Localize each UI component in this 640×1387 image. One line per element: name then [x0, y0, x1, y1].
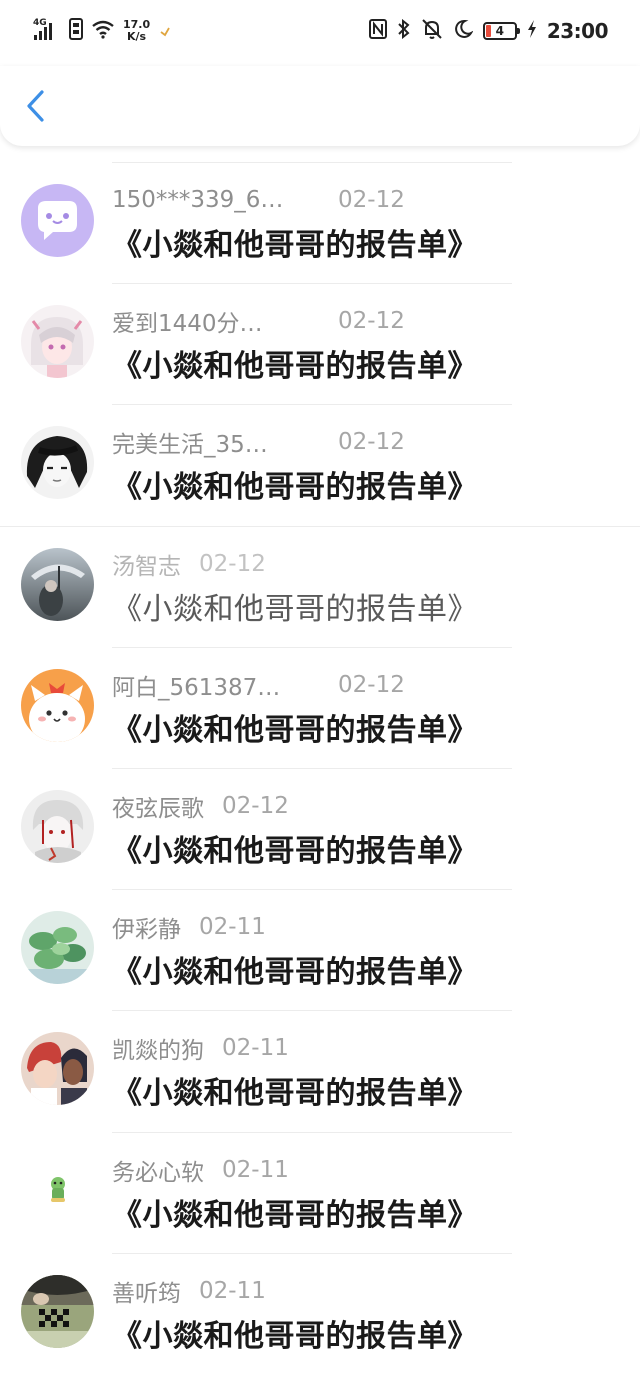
network-speed: 17.0 K/s	[123, 19, 150, 43]
clock: 23:00	[546, 19, 609, 43]
username: 阿白_561387…	[112, 674, 281, 701]
list-item[interactable]: 伊彩静 02-11 《小燚和他哥哥的报告单》	[0, 889, 640, 1010]
bluetooth-icon	[397, 18, 411, 43]
moon-icon	[453, 19, 474, 43]
item-title: 《小燚和他哥哥的报告单》	[112, 349, 478, 385]
date: 02-11	[199, 914, 266, 941]
item-meta: 完美生活_35… 02-12	[112, 426, 405, 458]
divider	[112, 767, 512, 769]
divider	[112, 1010, 512, 1012]
date: 02-12	[338, 308, 405, 335]
mute-bell-icon	[421, 18, 443, 44]
date: 02-11	[199, 1277, 266, 1304]
divider	[112, 404, 512, 406]
status-bar-right: 4 23:00	[368, 18, 609, 44]
item-title: 《小燚和他哥哥的报告单》	[112, 228, 478, 263]
list-item[interactable]: 爱到1440分… 02-12 《小燚和他哥哥的报告单》	[0, 283, 640, 404]
username: 夜弦辰歌	[112, 795, 204, 822]
chevron-left-icon	[25, 89, 47, 127]
network-label: 4G	[33, 18, 47, 28]
date: 02-12	[199, 550, 266, 577]
username: 汤智志	[112, 553, 181, 580]
back-button[interactable]	[16, 88, 56, 128]
charging-icon	[527, 19, 537, 43]
date: 02-12	[338, 671, 405, 698]
list-item[interactable]: 150***339_6… 02-12 《小燚和他哥哥的报告单》	[0, 162, 640, 283]
message-list: 150***339_6… 02-12 《小燚和他哥哥的报告单》 爱到1440分……	[0, 162, 640, 1374]
date: 02-12	[338, 187, 405, 213]
item-meta: 伊彩静 02-11	[112, 911, 266, 943]
avatar[interactable]	[21, 789, 94, 863]
item-title: 《小燚和他哥哥的报告单》	[112, 1076, 478, 1112]
item-meta: 务必心软 02-11	[112, 1154, 289, 1186]
divider	[112, 646, 512, 648]
list-item[interactable]: 务必心软 02-11 《小燚和他哥哥的报告单》	[0, 1131, 640, 1253]
item-title: 《小燚和他哥哥的报告单》	[112, 591, 478, 627]
avatar[interactable]	[21, 305, 94, 379]
username: 务必心软	[112, 1159, 204, 1186]
item-title: 《小燚和他哥哥的报告单》	[112, 1197, 478, 1233]
network-speed-unit: K/s	[127, 30, 147, 43]
item-title: 《小燚和他哥哥的报告单》	[112, 1318, 478, 1354]
item-meta: 汤智志 02-12	[112, 548, 266, 580]
date: 02-12	[338, 429, 405, 456]
signal-icon: 4G	[33, 16, 61, 46]
date: 02-11	[222, 1156, 289, 1183]
divider	[112, 283, 512, 285]
username: 完美生活_35…	[112, 432, 268, 459]
item-meta: 150***339_6… 02-12	[112, 184, 405, 216]
divider	[112, 1252, 512, 1254]
divider	[112, 889, 512, 891]
list-item[interactable]: 凯燚的狗 02-11 《小燚和他哥哥的报告单》	[0, 1010, 640, 1131]
avatar[interactable]	[21, 668, 94, 742]
item-title: 《小燚和他哥哥的报告单》	[112, 470, 478, 506]
avatar[interactable]	[21, 911, 94, 985]
divider	[112, 162, 512, 163]
date: 02-11	[222, 1035, 289, 1062]
divider	[0, 525, 640, 527]
username: 伊彩静	[112, 917, 181, 944]
item-title: 《小燚和他哥哥的报告单》	[112, 833, 478, 869]
top-nav-bar	[0, 66, 640, 146]
avatar[interactable]	[21, 1153, 94, 1227]
date: 02-12	[222, 792, 289, 819]
battery-level: 4	[495, 24, 504, 38]
username: 善听筠	[112, 1280, 181, 1307]
list-item[interactable]: 夜弦辰歌 02-12 《小燚和他哥哥的报告单》	[0, 767, 640, 889]
item-meta: 夜弦辰歌 02-12	[112, 790, 289, 822]
status-bar-left: 4G 17.0 K/s	[33, 16, 172, 46]
item-meta: 凯燚的狗 02-11	[112, 1032, 289, 1064]
list-item[interactable]: 汤智志 02-12 《小燚和他哥哥的报告单》	[0, 525, 640, 647]
wifi-icon	[91, 19, 115, 43]
username: 凯燚的狗	[112, 1038, 204, 1065]
username: 150***339_6…	[112, 187, 284, 213]
item-meta: 爱到1440分… 02-12	[112, 305, 405, 337]
username: 爱到1440分…	[112, 311, 263, 338]
divider	[112, 1131, 512, 1133]
list-item[interactable]: 善听筠 02-11 《小燚和他哥哥的报告单》	[0, 1252, 640, 1374]
status-bar: 4G 17.0 K/s 4 23:00	[0, 0, 640, 66]
avatar[interactable]	[21, 184, 94, 257]
avatar[interactable]	[21, 547, 94, 621]
nfc-icon	[368, 19, 387, 43]
item-title: 《小燚和他哥哥的报告单》	[112, 712, 478, 748]
item-meta: 阿白_561387… 02-12	[112, 669, 405, 701]
battery-indicator: 4	[482, 22, 520, 40]
avatar[interactable]	[21, 426, 94, 500]
item-meta: 善听筠 02-11	[112, 1275, 266, 1307]
item-title: 《小燚和他哥哥的报告单》	[112, 955, 478, 991]
list-item[interactable]: 阿白_561387… 02-12 《小燚和他哥哥的报告单》	[0, 646, 640, 768]
sim-icon	[69, 18, 83, 44]
avatar[interactable]	[21, 1274, 94, 1348]
notification-icon	[158, 22, 172, 41]
list-item[interactable]: 完美生活_35… 02-12 《小燚和他哥哥的报告单》	[0, 404, 640, 525]
avatar[interactable]	[21, 1032, 94, 1106]
